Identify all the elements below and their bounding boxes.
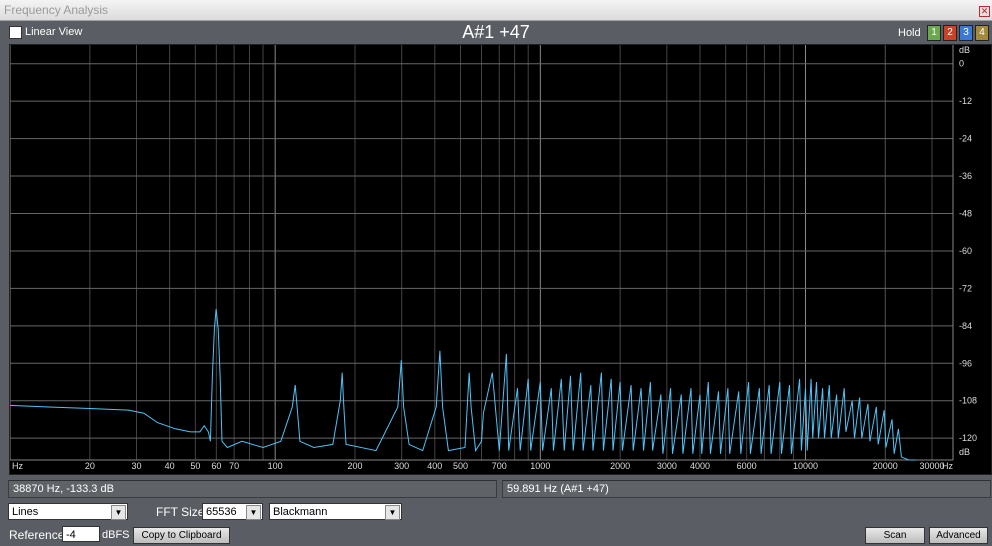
y-tick-label: -48 <box>959 208 972 218</box>
chevron-down-icon[interactable]: ▼ <box>246 505 261 520</box>
chevron-down-icon[interactable]: ▼ <box>385 505 400 520</box>
x-tick-label: 30000 <box>919 461 944 471</box>
scan-button[interactable]: Scan <box>865 527 925 544</box>
x-tick-label: 20000 <box>873 461 898 471</box>
y-tick-label: -108 <box>959 396 977 406</box>
close-icon[interactable]: ✕ <box>979 6 990 17</box>
fft-size-value: 65536 <box>206 506 237 518</box>
window-function-select[interactable]: Blackmann ▼ <box>269 503 402 520</box>
x-axis-unit-label: Hz <box>12 461 23 471</box>
peak-readout: 59.891 Hz (A#1 +47) <box>502 480 991 498</box>
reference-unit-label: dBFS <box>102 529 130 541</box>
x-tick-label: 70 <box>229 461 239 471</box>
y-tick-label: -84 <box>959 321 972 331</box>
display-mode-value: Lines <box>12 506 39 518</box>
linear-view-label: Linear View <box>25 26 83 38</box>
x-tick-label: 4000 <box>690 461 710 471</box>
window-title: Frequency Analysis <box>4 3 109 17</box>
x-tick-label: 30 <box>132 461 142 471</box>
cursor-readout: 38870 Hz, -133.3 dB <box>8 480 497 498</box>
spectrum-plot[interactable]: 0 -12 -24 -36 -48 -60 -72 -84 -96 -108 -120 20 30 40 5… <box>9 44 992 475</box>
hold-button-2[interactable]: 2 <box>943 25 957 41</box>
y-axis-unit-label-bottom: dB <box>959 447 970 457</box>
fft-size-select[interactable]: 65536 ▼ <box>202 503 263 520</box>
y-tick-label: -24 <box>959 134 972 144</box>
x-tick-label: 50 <box>190 461 200 471</box>
x-tick-label: 60 <box>211 461 221 471</box>
window-function-value: Blackmann <box>273 506 328 518</box>
note-display: A#1 +47 <box>462 22 530 42</box>
x-tick-label: 700 <box>492 461 507 471</box>
x-tick-label: 10000 <box>793 461 818 471</box>
x-tick-label: 400 <box>427 461 442 471</box>
reference-input[interactable]: -4 <box>62 526 100 542</box>
linear-view-checkbox[interactable] <box>9 26 22 39</box>
y-tick-label: -96 <box>959 358 972 368</box>
hold-button-3[interactable]: 3 <box>959 25 973 41</box>
advanced-button[interactable]: Advanced <box>929 527 988 544</box>
x-tick-label: 500 <box>453 461 468 471</box>
title-bar: Frequency Analysis ✕ <box>0 0 992 21</box>
x-axis-unit-label-right: Hz <box>942 461 953 471</box>
x-tick-label: 2000 <box>610 461 630 471</box>
hold-button-1[interactable]: 1 <box>927 25 941 41</box>
x-tick-label: 300 <box>394 461 409 471</box>
y-axis-unit-label: dB <box>959 45 970 55</box>
reference-label: Reference <box>9 528 65 542</box>
fft-size-label: FFT Size <box>156 505 205 519</box>
hold-button-4[interactable]: 4 <box>975 25 989 41</box>
x-tick-label: 6000 <box>737 461 757 471</box>
y-tick-label: -120 <box>959 433 977 443</box>
spectrum-chart: 0 -12 -24 -36 -48 -60 -72 -84 -96 -108 -120 20 30 40 5… <box>9 45 977 471</box>
x-tick-label: 1000 <box>530 461 550 471</box>
x-tick-label: 20 <box>85 461 95 471</box>
x-tick-label: 100 <box>268 461 283 471</box>
y-tick-label: -72 <box>959 283 972 293</box>
chevron-down-icon[interactable]: ▼ <box>111 505 126 520</box>
display-mode-select[interactable]: Lines ▼ <box>8 503 128 520</box>
y-tick-label: -36 <box>959 171 972 181</box>
x-tick-label: 40 <box>165 461 175 471</box>
x-tick-label: 200 <box>347 461 362 471</box>
y-tick-label: 0 <box>959 59 964 69</box>
x-tick-label: 3000 <box>657 461 677 471</box>
hold-label: Hold <box>898 27 921 39</box>
y-tick-label: -12 <box>959 96 972 106</box>
y-tick-label: -60 <box>959 246 972 256</box>
copy-to-clipboard-button[interactable]: Copy to Clipboard <box>133 527 230 544</box>
